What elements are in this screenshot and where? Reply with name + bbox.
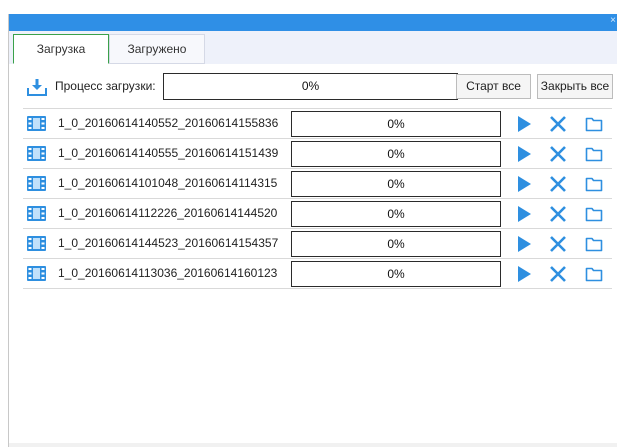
status-bar	[9, 443, 617, 447]
tab-bar: Загрузка Загружено	[9, 31, 617, 64]
folder-icon[interactable]	[585, 175, 603, 193]
list-item: 1_0_20160614140555_20160614151439 0%	[23, 139, 612, 169]
file-name: 1_0_20160614113036_20160614160123	[58, 266, 278, 280]
list-item: 1_0_20160614113036_20160614160123 0%	[23, 259, 612, 289]
overall-progress-row: Процесс загрузки: 0% Старт все Закрыть в…	[9, 72, 617, 102]
file-progress-bar: 0%	[291, 261, 501, 287]
close-icon[interactable]	[549, 265, 567, 283]
download-manager-window: × Загрузка Загружено Процесс загрузки: 0…	[8, 14, 617, 447]
play-icon[interactable]	[515, 265, 533, 283]
play-icon[interactable]	[515, 235, 533, 253]
file-progress-bar: 0%	[291, 111, 501, 137]
download-list: 1_0_20160614140552_20160614155836 0% 1_0_…	[23, 108, 612, 289]
list-item: 1_0_20160614112226_20160614144520 0%	[23, 199, 612, 229]
play-icon[interactable]	[515, 175, 533, 193]
film-icon	[27, 266, 46, 281]
film-icon	[27, 206, 46, 221]
film-icon	[27, 236, 46, 251]
file-name: 1_0_20160614112226_20160614144520	[58, 206, 278, 220]
file-progress-bar: 0%	[291, 201, 501, 227]
file-progress-bar: 0%	[291, 231, 501, 257]
close-all-button[interactable]: Закрыть все	[537, 74, 613, 99]
folder-icon[interactable]	[585, 265, 603, 283]
play-icon[interactable]	[515, 205, 533, 223]
file-progress-text: 0%	[387, 237, 405, 251]
close-icon[interactable]	[549, 175, 567, 193]
list-item: 1_0_20160614101048_20160614114315 0%	[23, 169, 612, 199]
start-all-button[interactable]: Старт все	[456, 74, 531, 99]
close-icon[interactable]	[549, 145, 567, 163]
folder-icon[interactable]	[585, 205, 603, 223]
window-close-icon[interactable]: ×	[610, 15, 616, 26]
overall-progress-label: Процесс загрузки:	[55, 79, 156, 93]
overall-progress-bar: 0%	[163, 73, 458, 100]
folder-icon[interactable]	[585, 145, 603, 163]
download-icon	[27, 79, 47, 96]
file-progress-bar: 0%	[291, 141, 501, 167]
file-name: 1_0_20160614144523_20160614154357	[58, 236, 279, 250]
file-name: 1_0_20160614101048_20160614114315	[58, 176, 278, 190]
file-name: 1_0_20160614140552_20160614155836	[58, 116, 279, 130]
file-progress-bar: 0%	[291, 171, 501, 197]
film-icon	[27, 116, 46, 131]
file-progress-text: 0%	[387, 177, 405, 191]
film-icon	[27, 146, 46, 161]
file-progress-text: 0%	[387, 117, 405, 131]
overall-progress-text: 0%	[301, 79, 320, 93]
file-progress-text: 0%	[387, 267, 405, 281]
close-icon[interactable]	[549, 235, 567, 253]
background-frame	[0, 0, 8, 447]
close-icon[interactable]	[549, 115, 567, 133]
list-item: 1_0_20160614140552_20160614155836 0%	[23, 108, 612, 139]
play-icon[interactable]	[515, 115, 533, 133]
title-bar: ×	[9, 14, 617, 31]
tab-downloaded[interactable]: Загружено	[109, 34, 205, 64]
folder-icon[interactable]	[585, 235, 603, 253]
play-icon[interactable]	[515, 145, 533, 163]
film-icon	[27, 176, 46, 191]
list-item: 1_0_20160614144523_20160614154357 0%	[23, 229, 612, 259]
file-progress-text: 0%	[387, 207, 405, 221]
file-progress-text: 0%	[387, 147, 405, 161]
close-icon[interactable]	[549, 205, 567, 223]
folder-icon[interactable]	[585, 115, 603, 133]
file-name: 1_0_20160614140555_20160614151439	[58, 146, 279, 160]
tab-downloading[interactable]: Загрузка	[13, 34, 109, 64]
